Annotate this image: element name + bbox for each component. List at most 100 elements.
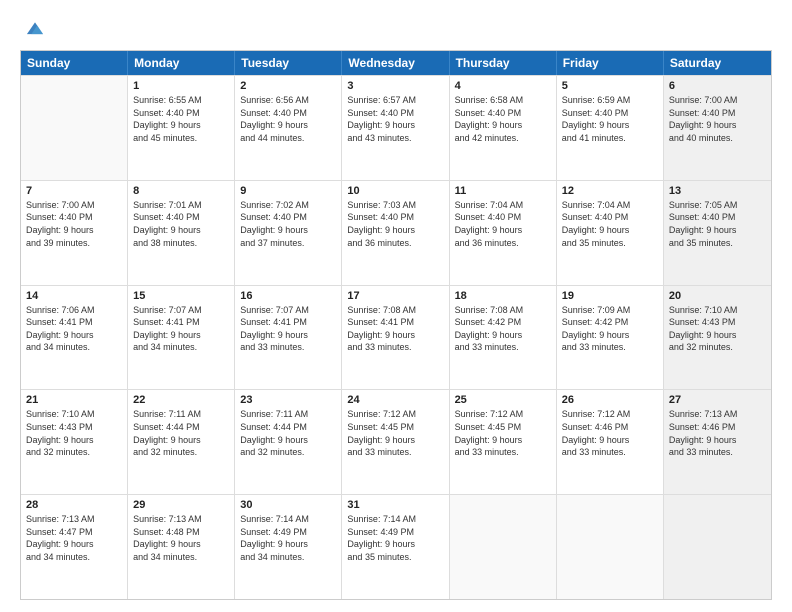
calendar-cell-5: 5Sunrise: 6:59 AMSunset: 4:40 PMDaylight…: [557, 76, 664, 180]
calendar-week-5: 28Sunrise: 7:13 AMSunset: 4:47 PMDayligh…: [21, 494, 771, 599]
daylight-text-cont: and 33 minutes.: [455, 341, 551, 354]
day-number: 23: [240, 394, 336, 406]
calendar-cell-15: 15Sunrise: 7:07 AMSunset: 4:41 PMDayligh…: [128, 286, 235, 390]
daylight-text: Daylight: 9 hours: [26, 224, 122, 237]
sunrise-text: Sunrise: 7:13 AM: [669, 408, 766, 421]
calendar-cell-23: 23Sunrise: 7:11 AMSunset: 4:44 PMDayligh…: [235, 390, 342, 494]
daylight-text: Daylight: 9 hours: [562, 224, 658, 237]
day-number: 19: [562, 290, 658, 302]
sunrise-text: Sunrise: 7:10 AM: [26, 408, 122, 421]
sunrise-text: Sunrise: 6:59 AM: [562, 94, 658, 107]
daylight-text-cont: and 32 minutes.: [669, 341, 766, 354]
day-number: 25: [455, 394, 551, 406]
daylight-text: Daylight: 9 hours: [347, 434, 443, 447]
sunrise-text: Sunrise: 6:56 AM: [240, 94, 336, 107]
sunrise-text: Sunrise: 7:01 AM: [133, 199, 229, 212]
calendar-header-thursday: Thursday: [450, 51, 557, 75]
calendar-cell-16: 16Sunrise: 7:07 AMSunset: 4:41 PMDayligh…: [235, 286, 342, 390]
daylight-text: Daylight: 9 hours: [669, 434, 766, 447]
calendar-cell-11: 11Sunrise: 7:04 AMSunset: 4:40 PMDayligh…: [450, 181, 557, 285]
sunrise-text: Sunrise: 7:00 AM: [26, 199, 122, 212]
calendar-week-1: 1Sunrise: 6:55 AMSunset: 4:40 PMDaylight…: [21, 75, 771, 180]
daylight-text: Daylight: 9 hours: [562, 119, 658, 132]
daylight-text-cont: and 40 minutes.: [669, 132, 766, 145]
calendar-cell-10: 10Sunrise: 7:03 AMSunset: 4:40 PMDayligh…: [342, 181, 449, 285]
daylight-text: Daylight: 9 hours: [347, 119, 443, 132]
sunset-text: Sunset: 4:43 PM: [26, 421, 122, 434]
daylight-text-cont: and 34 minutes.: [26, 341, 122, 354]
sunset-text: Sunset: 4:40 PM: [240, 107, 336, 120]
sunset-text: Sunset: 4:40 PM: [562, 211, 658, 224]
calendar-cell-empty: [664, 495, 771, 599]
daylight-text-cont: and 45 minutes.: [133, 132, 229, 145]
daylight-text: Daylight: 9 hours: [133, 119, 229, 132]
daylight-text-cont: and 33 minutes.: [562, 446, 658, 459]
day-number: 15: [133, 290, 229, 302]
day-number: 18: [455, 290, 551, 302]
calendar-cell-4: 4Sunrise: 6:58 AMSunset: 4:40 PMDaylight…: [450, 76, 557, 180]
day-number: 27: [669, 394, 766, 406]
sunset-text: Sunset: 4:49 PM: [240, 526, 336, 539]
daylight-text-cont: and 35 minutes.: [562, 237, 658, 250]
day-number: 13: [669, 185, 766, 197]
day-number: 17: [347, 290, 443, 302]
calendar-cell-6: 6Sunrise: 7:00 AMSunset: 4:40 PMDaylight…: [664, 76, 771, 180]
daylight-text-cont: and 44 minutes.: [240, 132, 336, 145]
sunset-text: Sunset: 4:41 PM: [347, 316, 443, 329]
calendar-cell-8: 8Sunrise: 7:01 AMSunset: 4:40 PMDaylight…: [128, 181, 235, 285]
calendar-cell-empty: [557, 495, 664, 599]
calendar-week-3: 14Sunrise: 7:06 AMSunset: 4:41 PMDayligh…: [21, 285, 771, 390]
daylight-text-cont: and 34 minutes.: [240, 551, 336, 564]
sunrise-text: Sunrise: 7:10 AM: [669, 304, 766, 317]
day-number: 22: [133, 394, 229, 406]
sunset-text: Sunset: 4:41 PM: [240, 316, 336, 329]
day-number: 21: [26, 394, 122, 406]
sunset-text: Sunset: 4:46 PM: [669, 421, 766, 434]
sunset-text: Sunset: 4:40 PM: [562, 107, 658, 120]
sunset-text: Sunset: 4:44 PM: [133, 421, 229, 434]
daylight-text-cont: and 33 minutes.: [669, 446, 766, 459]
day-number: 24: [347, 394, 443, 406]
daylight-text-cont: and 32 minutes.: [26, 446, 122, 459]
calendar-header-wednesday: Wednesday: [342, 51, 449, 75]
daylight-text-cont: and 42 minutes.: [455, 132, 551, 145]
day-number: 3: [347, 80, 443, 92]
logo: [20, 18, 46, 40]
sunset-text: Sunset: 4:49 PM: [347, 526, 443, 539]
sunrise-text: Sunrise: 7:12 AM: [347, 408, 443, 421]
sunrise-text: Sunrise: 7:00 AM: [669, 94, 766, 107]
sunrise-text: Sunrise: 6:55 AM: [133, 94, 229, 107]
daylight-text-cont: and 36 minutes.: [347, 237, 443, 250]
calendar-cell-empty: [450, 495, 557, 599]
sunset-text: Sunset: 4:46 PM: [562, 421, 658, 434]
sunset-text: Sunset: 4:48 PM: [133, 526, 229, 539]
day-number: 1: [133, 80, 229, 92]
sunset-text: Sunset: 4:40 PM: [669, 211, 766, 224]
calendar-header: SundayMondayTuesdayWednesdayThursdayFrid…: [21, 51, 771, 75]
daylight-text: Daylight: 9 hours: [347, 329, 443, 342]
sunset-text: Sunset: 4:40 PM: [455, 107, 551, 120]
sunrise-text: Sunrise: 7:04 AM: [455, 199, 551, 212]
daylight-text: Daylight: 9 hours: [240, 329, 336, 342]
sunrise-text: Sunrise: 6:57 AM: [347, 94, 443, 107]
daylight-text-cont: and 36 minutes.: [455, 237, 551, 250]
calendar: SundayMondayTuesdayWednesdayThursdayFrid…: [20, 50, 772, 600]
sunset-text: Sunset: 4:40 PM: [669, 107, 766, 120]
calendar-cell-28: 28Sunrise: 7:13 AMSunset: 4:47 PMDayligh…: [21, 495, 128, 599]
daylight-text: Daylight: 9 hours: [133, 329, 229, 342]
daylight-text-cont: and 34 minutes.: [26, 551, 122, 564]
calendar-cell-26: 26Sunrise: 7:12 AMSunset: 4:46 PMDayligh…: [557, 390, 664, 494]
daylight-text: Daylight: 9 hours: [562, 434, 658, 447]
daylight-text-cont: and 34 minutes.: [133, 341, 229, 354]
daylight-text-cont: and 35 minutes.: [669, 237, 766, 250]
sunset-text: Sunset: 4:43 PM: [669, 316, 766, 329]
calendar-cell-20: 20Sunrise: 7:10 AMSunset: 4:43 PMDayligh…: [664, 286, 771, 390]
daylight-text: Daylight: 9 hours: [669, 329, 766, 342]
day-number: 26: [562, 394, 658, 406]
sunrise-text: Sunrise: 7:13 AM: [26, 513, 122, 526]
daylight-text-cont: and 37 minutes.: [240, 237, 336, 250]
calendar-header-monday: Monday: [128, 51, 235, 75]
daylight-text-cont: and 33 minutes.: [347, 341, 443, 354]
day-number: 10: [347, 185, 443, 197]
sunrise-text: Sunrise: 7:14 AM: [240, 513, 336, 526]
